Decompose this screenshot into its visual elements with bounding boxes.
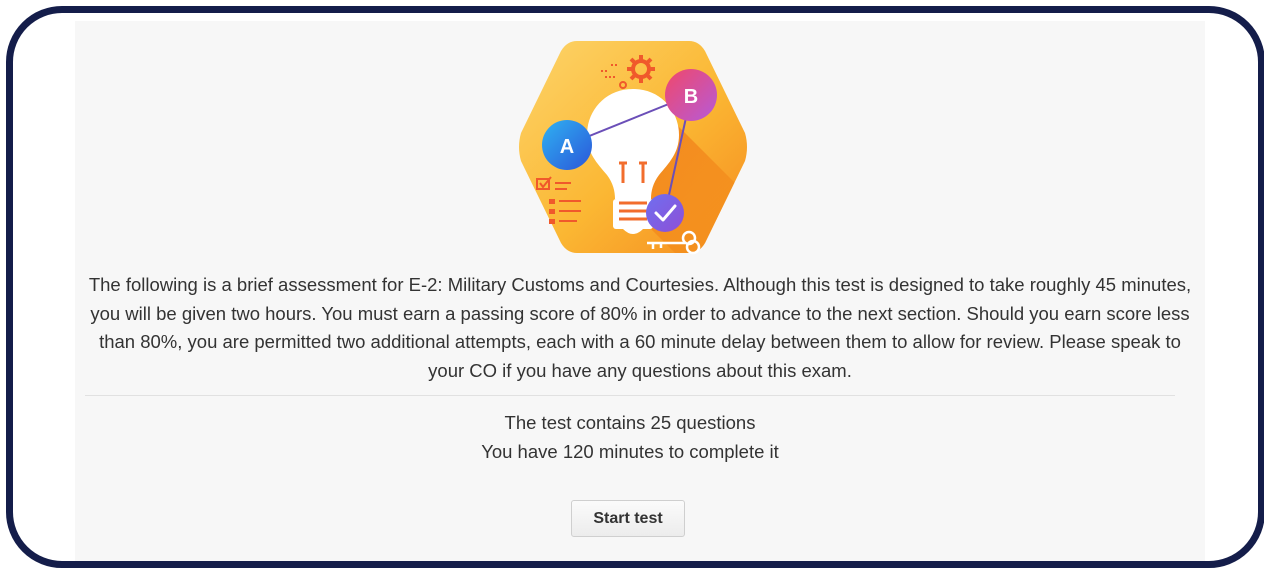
assessment-illustration: A B bbox=[519, 41, 747, 255]
test-description: The following is a brief assessment for … bbox=[88, 274, 1192, 381]
node-a-label: A bbox=[560, 136, 574, 158]
time-limit-text: You have 120 minutes to complete it bbox=[481, 441, 779, 462]
section-divider bbox=[85, 395, 1175, 396]
node-b-label: B bbox=[684, 86, 698, 108]
app-frame: A B The following is a brief assessment … bbox=[6, 6, 1264, 568]
node-b: B bbox=[665, 69, 717, 121]
node-a: A bbox=[542, 120, 592, 170]
start-test-button[interactable]: Start test bbox=[571, 500, 685, 537]
question-count-text: The test contains 25 questions bbox=[504, 412, 756, 433]
checkmark-icon bbox=[646, 194, 684, 232]
test-intro-panel: A B The following is a brief assessment … bbox=[75, 21, 1205, 561]
